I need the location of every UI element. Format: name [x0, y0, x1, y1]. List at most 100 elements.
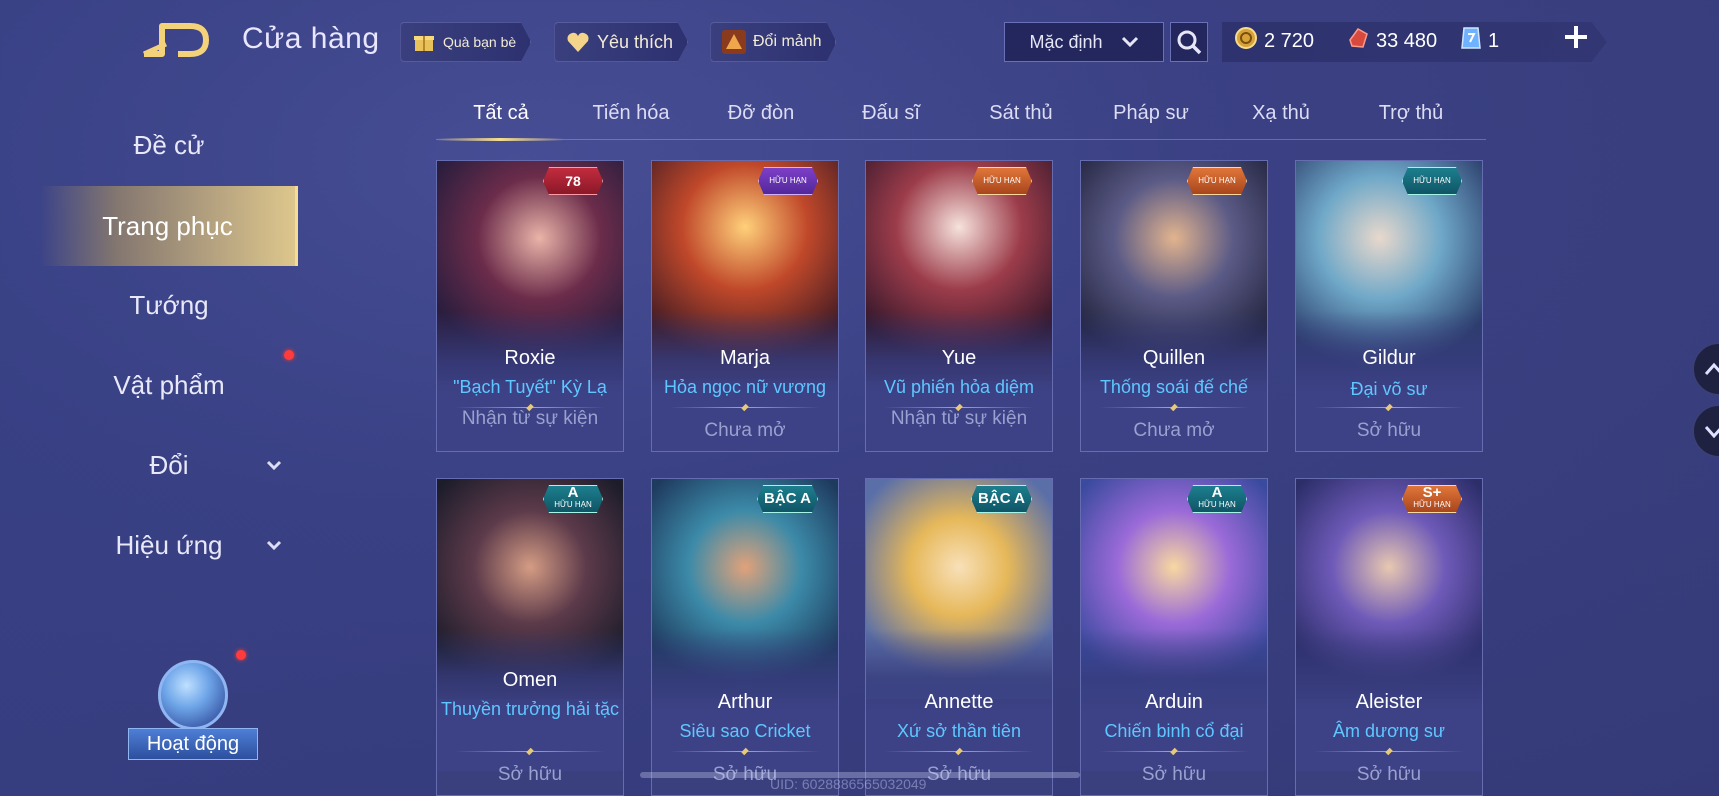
divider [1099, 407, 1249, 408]
voucher-amount: 33 480 [1376, 29, 1438, 52]
hero-name: Gildur [1362, 347, 1416, 369]
skin-status: Sở hữu [1141, 764, 1207, 785]
friend-gift-button[interactable]: Quà bạn bè [400, 22, 532, 62]
sort-dropdown[interactable]: Mặc định [1004, 22, 1164, 62]
exchange-fragments-label: Đổi mảnh [753, 33, 822, 50]
back-arrow-icon [142, 23, 209, 57]
tab-all[interactable]: Tất cả [436, 102, 566, 125]
skin-card[interactable]: HỮU HẠN Yue Vũ phiến hỏa diệm Nhận từ sự… [865, 160, 1053, 452]
divider [1314, 407, 1464, 408]
scroll-up-button[interactable] [1692, 342, 1719, 396]
skin-card[interactable]: A HỮU HẠN Arduin Chiến binh cổ đại Sở hữu [1080, 478, 1268, 796]
skin-name: Xứ sở thần tiên [897, 721, 1021, 741]
skin-name: Đại võ sư [1350, 379, 1428, 399]
skin-name: Siêu sao Cricket [679, 721, 811, 741]
skin-status: Sở hữu [1356, 764, 1422, 785]
sidebar-item-items[interactable]: Vật phẩm [40, 350, 298, 420]
gold-counter: 2 720 [1234, 26, 1314, 56]
skin-card[interactable]: HỮU HẠN Quillen Thống soái đế chế Chưa m… [1080, 160, 1268, 452]
skin-status: Sở hữu [1356, 420, 1422, 441]
skin-card[interactable]: BẬC A Annette Xứ sở thần tiên Sở hữu [865, 478, 1053, 796]
notification-dot [236, 650, 246, 660]
badge-sub-label: HỮU HẠN [1413, 500, 1451, 509]
chevron-down-icon [266, 457, 282, 473]
limited-badge: A HỮU HẠN [1187, 485, 1247, 513]
skin-card[interactable]: S+ HỮU HẠN Aleister Âm dương sư Sở hữu [1295, 478, 1483, 796]
badge-sub-label: HỮU HẠN [554, 500, 592, 509]
badge-sub-label: HỮU HẠN [769, 176, 807, 185]
hero-name: Marja [719, 347, 770, 369]
skin-card[interactable]: 78 Roxie "Bạch Tuyết" Kỳ Lạ Nhận từ sự k… [436, 160, 624, 452]
gold-amount: 2 720 [1264, 29, 1315, 52]
badge-sub-label: HỮU HẠN [1198, 500, 1236, 509]
sidebar-item-label: Đổi [149, 449, 189, 480]
wishlist-label: Yêu thích [597, 31, 674, 52]
sidebar-item-heroes[interactable]: Tướng [40, 270, 298, 340]
sidebar-item-label: Trang phục [102, 210, 233, 241]
top-bar: Cửa hàng Quà bạn bè Yêu thích Đổi mảnh M… [0, 0, 1719, 86]
gold-coin-icon [1234, 26, 1258, 56]
limited-badge: A HỮU HẠN [543, 485, 603, 513]
skin-name: Vũ phiến hỏa diệm [883, 377, 1035, 397]
limited-badge: HỮU HẠN [1187, 167, 1247, 195]
exchange-fragments-button[interactable]: Đổi mảnh [710, 22, 837, 62]
voucher-icon [1346, 26, 1370, 56]
skin-status: Nhận từ sự kiện [890, 408, 1028, 429]
skin-card[interactable]: A HỮU HẠN Omen Thuyền trưởng hải tặc Sở h… [436, 478, 624, 796]
tab-support[interactable]: Trợ thủ [1346, 102, 1476, 125]
hero-name: Arduin [1145, 691, 1203, 713]
sidebar-item-label: Đề cử [133, 129, 205, 160]
tab-assassin[interactable]: Sát thủ [956, 102, 1086, 125]
tab-evolution[interactable]: Tiến hóa [566, 102, 696, 125]
badge-label: A [1211, 484, 1223, 501]
plus-icon [1565, 26, 1587, 48]
search-icon [1177, 30, 1202, 55]
skin-name: Âm dương sư [1333, 721, 1445, 741]
skin-name: Hỏa ngọc nữ vương [664, 377, 826, 397]
fragment-icon [721, 29, 747, 55]
hero-name: Annette [924, 691, 994, 713]
tab-mage[interactable]: Pháp sư [1086, 102, 1216, 125]
sidebar-item-skins[interactable]: Trang phục [40, 186, 298, 266]
badge-label: A [567, 484, 579, 501]
skin-name: Thuyền trưởng hải tặc [441, 699, 619, 719]
hero-name: Yue [941, 347, 977, 369]
add-currency-button[interactable] [1563, 20, 1589, 59]
skin-card[interactable]: HỮU HẠN Marja Hỏa ngọc nữ vương Chưa mở [651, 160, 839, 452]
skin-status: Nhận từ sự kiện [461, 408, 599, 429]
search-button[interactable] [1170, 22, 1208, 62]
events-label: Hoạt động [128, 728, 258, 760]
sort-value: Mặc định [1029, 31, 1103, 52]
skin-status: Chưa mở [704, 420, 786, 441]
hero-name: Quillen [1142, 347, 1206, 369]
events-button[interactable]: Hoạt động [128, 650, 258, 760]
skin-name: "Bạch Tuyết" Kỳ Lạ [453, 377, 607, 397]
voucher-counter: 33 480 [1346, 26, 1437, 56]
tab-fighter[interactable]: Đấu sĩ [826, 102, 956, 125]
divider [1314, 751, 1464, 752]
hero-name: Roxie [504, 347, 556, 369]
badge-label: 78 [565, 173, 581, 189]
gift-icon [411, 29, 437, 55]
tab-tank[interactable]: Đỡ đòn [696, 102, 826, 125]
skin-status: Sở hữu [497, 764, 563, 785]
tab-marksman[interactable]: Xạ thủ [1216, 102, 1346, 125]
active-tab-indicator [436, 138, 564, 141]
limited-badge: BẬC A [757, 485, 818, 513]
badge-label: BẬC A [978, 490, 1025, 507]
page-title: Cửa hàng [242, 22, 380, 55]
events-icon [158, 660, 228, 730]
limited-badge: HỮU HẠN [972, 167, 1032, 195]
chevron-down-icon [1121, 32, 1139, 53]
skin-card[interactable]: BẬC A Arthur Siêu sao Cricket Sở hữu [651, 478, 839, 796]
back-button[interactable] [140, 22, 212, 58]
skin-card[interactable]: HỮU HẠN Gildur Đại võ sư Sở hữu [1295, 160, 1483, 452]
sidebar-item-recommended[interactable]: Đề cử [40, 110, 298, 180]
chevron-down-icon [1704, 418, 1719, 444]
sidebar-item-exchange[interactable]: Đổi [40, 430, 298, 500]
wishlist-button[interactable]: Yêu thích [554, 22, 689, 62]
sidebar-item-effects[interactable]: Hiệu ứng [40, 510, 298, 580]
divider [884, 751, 1034, 752]
scroll-down-button[interactable] [1692, 404, 1719, 458]
limited-badge: BẬC A [971, 485, 1032, 513]
